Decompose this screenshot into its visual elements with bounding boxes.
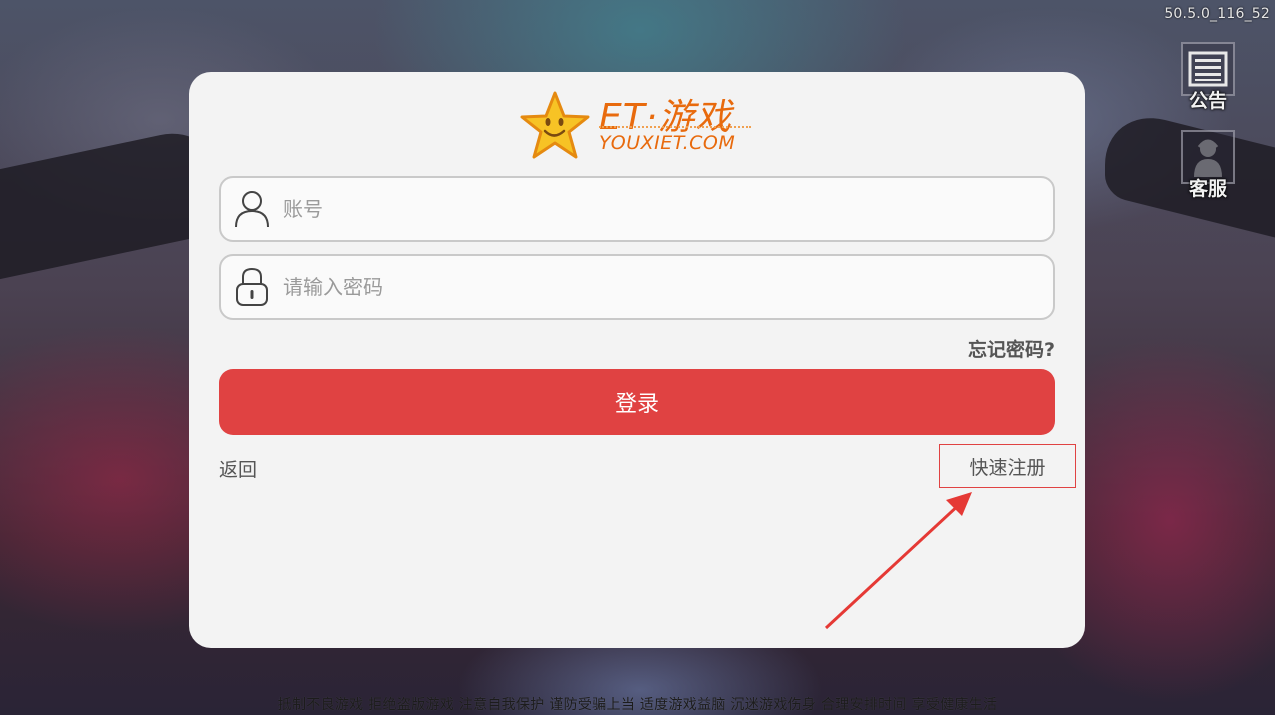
brand-domain: YOUXIET.COM: [599, 132, 736, 154]
user-icon: [221, 178, 283, 240]
customer-service-button[interactable]: 客服: [1181, 130, 1235, 201]
account-input[interactable]: [283, 197, 1053, 221]
account-field[interactable]: [219, 176, 1055, 242]
lock-icon: [221, 256, 283, 318]
password-field[interactable]: [219, 254, 1055, 320]
version-label: 50.5.0_116_52: [1164, 6, 1270, 22]
quick-register-label: 快速注册: [969, 456, 1046, 479]
logo-divider: [599, 126, 751, 128]
brand-logo: ET·游戏 YOUXIET.COM: [519, 86, 759, 166]
quick-register-link[interactable]: 快速注册: [939, 444, 1076, 488]
health-notice-footer: 抵制不良游戏 拒绝盗版游戏 注意自我保护 谨防受骗上当 适度游戏益脑 沉迷游戏伤…: [277, 697, 998, 713]
star-smiley-icon: [520, 91, 590, 159]
back-link[interactable]: 返回: [219, 455, 257, 482]
notice-button[interactable]: 公告: [1181, 42, 1235, 113]
notice-label: 公告: [1188, 90, 1227, 112]
red-arrow-icon: [824, 492, 972, 630]
customer-service-label: 客服: [1188, 178, 1227, 200]
login-button[interactable]: 登录: [219, 369, 1055, 435]
password-input[interactable]: [283, 275, 1053, 299]
forgot-password-link[interactable]: 忘记密码?: [968, 335, 1055, 362]
